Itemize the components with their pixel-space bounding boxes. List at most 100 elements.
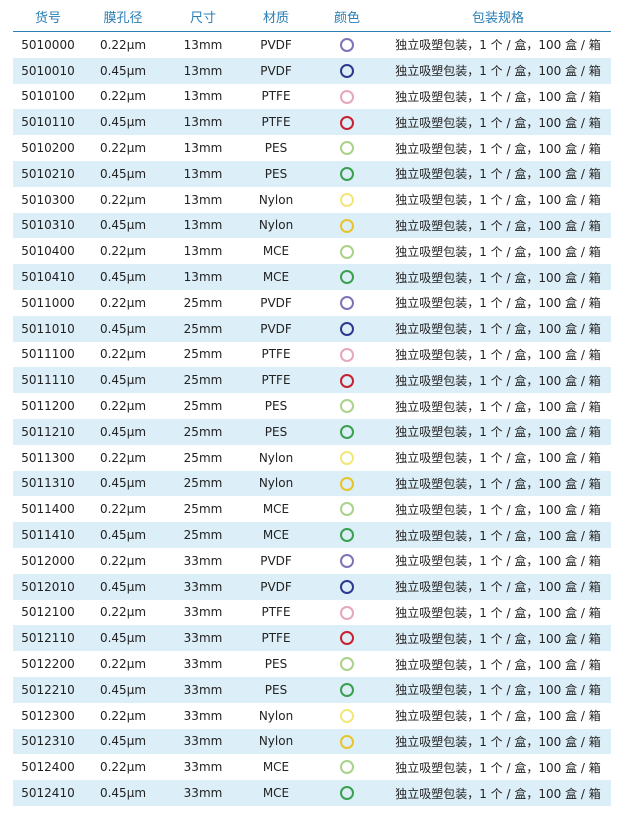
cell-material: PES	[264, 657, 288, 672]
color-ring-icon	[340, 683, 354, 698]
table-header: 货号 膜孔径 尺寸 材质 颜色 包装规格	[13, 6, 611, 31]
table-row: 5010300 0.22µm 13mm Nylon 独立吸塑包装，1 个 / 盒，100…	[13, 187, 611, 213]
cell-sku: 5010300	[21, 192, 75, 207]
cell-sku: 5010010	[21, 63, 75, 78]
table-row: 5012400 0.22µm 33mm MCE 独立吸塑包装，1 个 / 盒，100 盒…	[13, 754, 611, 780]
table-row: 5010410 0.45µm 13mm MCE 独立吸塑包装，1 个 / 盒，100 盒…	[13, 264, 611, 290]
cell-material: PES	[264, 141, 288, 156]
cell-pore-size: 0.45µm	[99, 579, 147, 594]
cell-pore-size: 0.45µm	[99, 270, 147, 285]
cell-diameter: 33mm	[183, 734, 223, 749]
cell-packaging: 独立吸塑包装，1 个 / 盒，100 盒 / 箱	[395, 683, 601, 698]
cell-color	[309, 296, 385, 311]
cell-material: PES	[264, 682, 288, 697]
cell-sku: 5011110	[21, 373, 75, 388]
table-row: 5010110 0.45µm 13mm PTFE 独立吸塑包装，1 个 / 盒，100 …	[13, 109, 611, 136]
product-table: 货号 膜孔径 尺寸 材质 颜色 包装规格 5010000 0.22µm 13mm PV…	[13, 6, 611, 806]
cell-color	[309, 657, 385, 672]
cell-sku: 5010310	[21, 218, 75, 233]
cell-pore-size: 0.45µm	[99, 424, 147, 439]
cell-packaging: 独立吸塑包装，1 个 / 盒，100 盒 / 箱	[395, 760, 601, 775]
cell-diameter: 25mm	[183, 347, 223, 362]
cell-color	[309, 605, 385, 620]
table-row: 5011300 0.22µm 25mm Nylon 独立吸塑包装，1 个 / 盒，100…	[13, 445, 611, 471]
color-ring-icon	[340, 502, 354, 517]
cell-packaging: 独立吸塑包装，1 个 / 盒，100 盒 / 箱	[395, 141, 601, 156]
cell-material: PTFE	[261, 115, 291, 130]
cell-diameter: 13mm	[183, 218, 223, 233]
table-row: 5012310 0.45µm 33mm Nylon 独立吸塑包装，1 个 / 盒，100…	[13, 728, 611, 755]
cell-material: PES	[264, 166, 288, 181]
cell-diameter: 25mm	[183, 450, 223, 465]
cell-pore-size: 0.22µm	[99, 605, 147, 620]
color-ring-icon	[340, 192, 354, 207]
table-row: 5012410 0.45µm 33mm MCE 独立吸塑包装，1 个 / 盒，100 盒…	[13, 780, 611, 806]
cell-sku: 5012300	[21, 708, 75, 723]
cell-pore-size: 0.22µm	[99, 657, 147, 672]
cell-packaging: 独立吸塑包装，1 个 / 盒，100 盒 / 箱	[395, 554, 601, 569]
color-ring-icon	[340, 657, 354, 672]
color-ring-icon	[340, 708, 354, 723]
cell-pore-size: 0.45µm	[99, 682, 147, 697]
cell-color	[309, 244, 385, 259]
table-row: 5010200 0.22µm 13mm PES 独立吸塑包装，1 个 / 盒，100 盒…	[13, 135, 611, 161]
cell-color	[309, 347, 385, 362]
cell-pore-size: 0.22µm	[99, 141, 147, 156]
cell-packaging: 独立吸塑包装，1 个 / 盒，100 盒 / 箱	[395, 734, 601, 749]
cell-diameter: 13mm	[183, 37, 223, 52]
cell-diameter: 13mm	[183, 63, 223, 78]
cell-material: PES	[264, 424, 288, 439]
cell-packaging: 独立吸塑包装，1 个 / 盒，100 盒 / 箱	[395, 193, 601, 208]
cell-pore-size: 0.45µm	[99, 218, 147, 233]
cell-diameter: 33mm	[183, 760, 223, 775]
cell-diameter: 13mm	[183, 244, 223, 259]
cell-sku: 5011310	[21, 476, 75, 491]
cell-color	[309, 425, 385, 440]
cell-material: MCE	[262, 270, 290, 285]
cell-material: Nylon	[258, 476, 294, 491]
cell-pore-size: 0.22µm	[99, 502, 147, 517]
color-ring-icon	[340, 115, 354, 130]
cell-packaging: 独立吸塑包装，1 个 / 盒，100 盒 / 箱	[395, 709, 601, 724]
cell-sku: 5012410	[21, 786, 75, 800]
cell-pore-size: 0.45µm	[99, 734, 147, 749]
cell-diameter: 25mm	[183, 476, 223, 491]
cell-material: PVDF	[260, 553, 292, 568]
table-row: 5010100 0.22µm 13mm PTFE 独立吸塑包装，1 个 / 盒，100 …	[13, 84, 611, 110]
cell-sku: 5012000	[21, 553, 75, 568]
cell-color	[309, 399, 385, 414]
cell-diameter: 25mm	[183, 399, 223, 414]
color-ring-icon	[340, 63, 354, 78]
cell-color	[309, 683, 385, 698]
cell-sku: 5011010	[21, 321, 75, 336]
cell-material: Nylon	[258, 218, 294, 233]
cell-color	[309, 38, 385, 53]
cell-material: PVDF	[260, 37, 292, 52]
color-ring-icon	[340, 786, 354, 801]
header-pore: 膜孔径	[103, 11, 143, 26]
cell-pore-size: 0.45µm	[99, 786, 147, 800]
cell-color	[309, 89, 385, 104]
cell-color	[309, 192, 385, 207]
cell-color	[309, 734, 385, 749]
table-row: 5010010 0.45µm 13mm PVDF 独立吸塑包装，1 个 / 盒，100 …	[13, 57, 611, 84]
cell-packaging: 独立吸塑包装，1 个 / 盒，100 盒 / 箱	[395, 296, 601, 311]
cell-sku: 5012100	[21, 605, 75, 620]
cell-pore-size: 0.22µm	[99, 192, 147, 207]
cell-material: MCE	[262, 528, 290, 543]
color-ring-icon	[340, 631, 354, 646]
cell-color	[309, 321, 385, 336]
table-row: 5011310 0.45µm 25mm Nylon 独立吸塑包装，1 个 / 盒，100…	[13, 470, 611, 497]
cell-sku: 5011300	[21, 450, 75, 465]
cell-pore-size: 0.22µm	[99, 760, 147, 775]
cell-diameter: 33mm	[183, 631, 223, 646]
cell-packaging: 独立吸塑包装，1 个 / 盒，100 盒 / 箱	[395, 322, 601, 337]
header-sku: 货号	[34, 11, 61, 26]
cell-diameter: 13mm	[183, 270, 223, 285]
color-ring-icon	[340, 476, 354, 491]
cell-pore-size: 0.45µm	[99, 115, 147, 130]
table-row: 5012200 0.22µm 33mm PES 独立吸塑包装，1 个 / 盒，100 盒…	[13, 651, 611, 677]
cell-packaging: 独立吸塑包装，1 个 / 盒，100 盒 / 箱	[395, 425, 601, 440]
cell-material: PTFE	[261, 373, 291, 388]
cell-material: Nylon	[258, 192, 294, 207]
